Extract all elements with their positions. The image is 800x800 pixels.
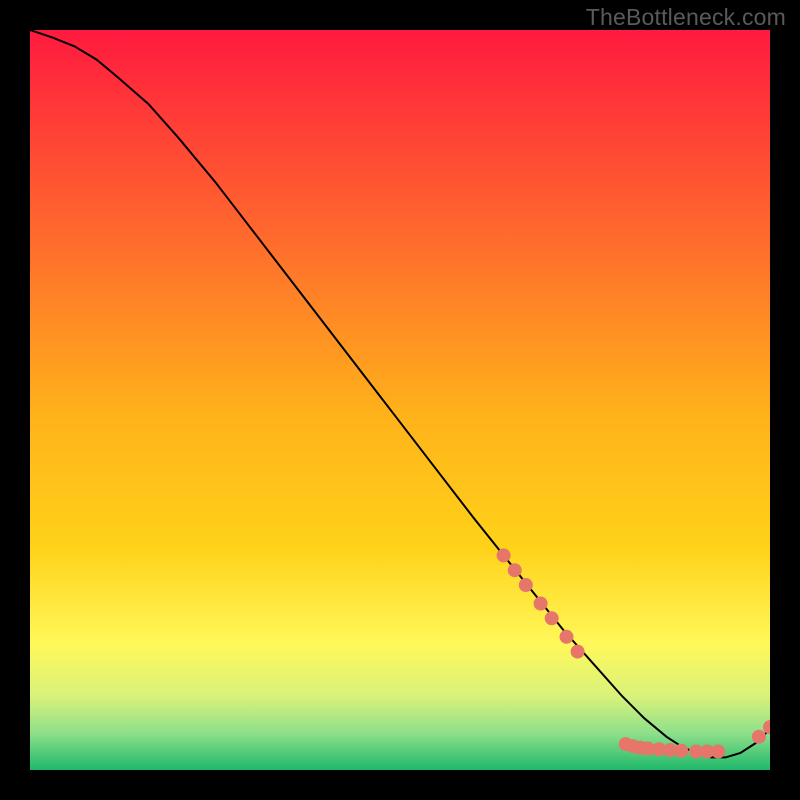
plot-svg xyxy=(30,30,770,770)
watermark-text: TheBottleneck.com xyxy=(586,4,786,31)
data-point xyxy=(711,745,725,759)
chart-frame: TheBottleneck.com xyxy=(0,0,800,800)
data-point xyxy=(519,578,533,592)
data-point xyxy=(508,563,522,577)
data-point xyxy=(497,548,511,562)
data-point xyxy=(545,611,559,625)
data-point xyxy=(534,597,548,611)
data-point xyxy=(674,744,688,758)
plot-area xyxy=(30,30,770,770)
data-point xyxy=(752,730,766,744)
data-point xyxy=(571,645,585,659)
gradient-background xyxy=(30,30,770,770)
data-point xyxy=(560,630,574,644)
